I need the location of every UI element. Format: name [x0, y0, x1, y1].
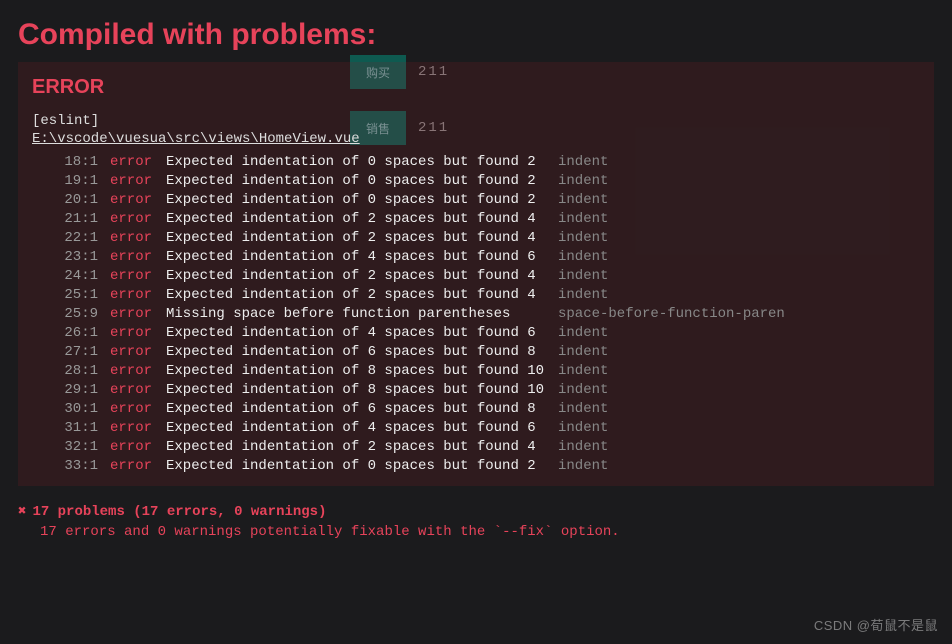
error-location: 29:1: [32, 381, 98, 400]
error-message: Expected indentation of 2 spaces but fou…: [154, 286, 546, 305]
error-row: 23:1errorExpected indentation of 4 space…: [32, 248, 920, 267]
error-location: 18:1: [32, 153, 98, 172]
summary-line-1: ✖ 17 problems (17 errors, 0 warnings): [18, 502, 934, 522]
error-location: 27:1: [32, 343, 98, 362]
error-row: 33:1errorExpected indentation of 0 space…: [32, 457, 920, 476]
error-location: 21:1: [32, 210, 98, 229]
error-message: Expected indentation of 0 spaces but fou…: [154, 191, 546, 210]
error-row: 24:1errorExpected indentation of 2 space…: [32, 267, 920, 286]
error-message: Expected indentation of 0 spaces but fou…: [154, 457, 546, 476]
error-message: Expected indentation of 2 spaces but fou…: [154, 229, 546, 248]
error-rule: indent: [546, 381, 608, 400]
error-row: 28:1errorExpected indentation of 8 space…: [32, 362, 920, 381]
error-severity: error: [98, 419, 154, 438]
error-severity: error: [98, 400, 154, 419]
error-message: Expected indentation of 4 spaces but fou…: [154, 248, 546, 267]
error-row: 25:1errorExpected indentation of 2 space…: [32, 286, 920, 305]
error-severity: error: [98, 248, 154, 267]
error-location: 28:1: [32, 362, 98, 381]
error-row: 22:1errorExpected indentation of 2 space…: [32, 229, 920, 248]
error-rule: indent: [546, 210, 608, 229]
error-message: Expected indentation of 4 spaces but fou…: [154, 324, 546, 343]
error-message: Expected indentation of 0 spaces but fou…: [154, 153, 546, 172]
error-rule: indent: [546, 438, 608, 457]
error-location: 23:1: [32, 248, 98, 267]
error-message: Expected indentation of 8 spaces but fou…: [154, 362, 546, 381]
error-row: 30:1errorExpected indentation of 6 space…: [32, 400, 920, 419]
error-row: 20:1errorExpected indentation of 0 space…: [32, 191, 920, 210]
error-location: 25:9: [32, 305, 98, 324]
error-rule: indent: [546, 267, 608, 286]
error-rule: indent: [546, 153, 608, 172]
error-rule: indent: [546, 400, 608, 419]
error-location: 26:1: [32, 324, 98, 343]
file-path-link[interactable]: E:\vscode\vuesua\src\views\HomeView.vue: [32, 131, 360, 147]
error-message: Missing space before function parenthese…: [154, 305, 546, 324]
error-severity: error: [98, 324, 154, 343]
page-title: Compiled with problems:: [0, 0, 952, 62]
error-rule: indent: [546, 191, 608, 210]
error-severity: error: [98, 438, 154, 457]
error-rule: indent: [546, 248, 608, 267]
error-severity: error: [98, 210, 154, 229]
error-severity: error: [98, 305, 154, 324]
error-rule: space-before-function-paren: [546, 305, 785, 324]
error-severity: error: [98, 362, 154, 381]
error-message: Expected indentation of 2 spaces but fou…: [154, 438, 546, 457]
error-location: 33:1: [32, 457, 98, 476]
error-message: Expected indentation of 2 spaces but fou…: [154, 267, 546, 286]
error-rule: indent: [546, 324, 608, 343]
error-message: Expected indentation of 6 spaces but fou…: [154, 343, 546, 362]
error-rows: 18:1errorExpected indentation of 0 space…: [32, 153, 920, 476]
tool-tag: [eslint]: [32, 113, 920, 129]
error-location: 22:1: [32, 229, 98, 248]
error-message: Expected indentation of 6 spaces but fou…: [154, 400, 546, 419]
error-severity: error: [98, 286, 154, 305]
error-message: Expected indentation of 4 spaces but fou…: [154, 419, 546, 438]
error-rule: indent: [546, 286, 608, 305]
error-heading: ERROR: [32, 76, 920, 99]
error-location: 32:1: [32, 438, 98, 457]
error-row: 25:9errorMissing space before function p…: [32, 305, 920, 324]
error-rule: indent: [546, 229, 608, 248]
summary-block: ✖ 17 problems (17 errors, 0 warnings) 17 …: [18, 502, 934, 542]
error-severity: error: [98, 381, 154, 400]
error-row: 21:1errorExpected indentation of 2 space…: [32, 210, 920, 229]
error-severity: error: [98, 229, 154, 248]
error-row: 29:1errorExpected indentation of 8 space…: [32, 381, 920, 400]
watermark: CSDN @荀鼠不是鼠: [814, 615, 938, 634]
error-row: 31:1errorExpected indentation of 4 space…: [32, 419, 920, 438]
error-location: 19:1: [32, 172, 98, 191]
error-message: Expected indentation of 8 spaces but fou…: [154, 381, 546, 400]
error-panel: ERROR [eslint] E:\vscode\vuesua\src\view…: [18, 62, 934, 486]
error-location: 24:1: [32, 267, 98, 286]
error-row: 27:1errorExpected indentation of 6 space…: [32, 343, 920, 362]
error-severity: error: [98, 153, 154, 172]
summary-line-2: 17 errors and 0 warnings potentially fix…: [18, 522, 934, 542]
error-row: 18:1errorExpected indentation of 0 space…: [32, 153, 920, 172]
error-severity: error: [98, 457, 154, 476]
error-rule: indent: [546, 457, 608, 476]
error-rule: indent: [546, 172, 608, 191]
error-severity: error: [98, 191, 154, 210]
error-row: 26:1errorExpected indentation of 4 space…: [32, 324, 920, 343]
error-location: 20:1: [32, 191, 98, 210]
summary-text-1: 17 problems (17 errors, 0 warnings): [32, 504, 326, 520]
error-rule: indent: [546, 343, 608, 362]
error-severity: error: [98, 172, 154, 191]
error-location: 25:1: [32, 286, 98, 305]
error-rule: indent: [546, 362, 608, 381]
error-message: Expected indentation of 0 spaces but fou…: [154, 172, 546, 191]
error-location: 31:1: [32, 419, 98, 438]
error-location: 30:1: [32, 400, 98, 419]
error-message: Expected indentation of 2 spaces but fou…: [154, 210, 546, 229]
error-severity: error: [98, 343, 154, 362]
error-severity: error: [98, 267, 154, 286]
cross-icon: ✖: [18, 504, 26, 520]
error-rule: indent: [546, 419, 608, 438]
error-row: 19:1errorExpected indentation of 0 space…: [32, 172, 920, 191]
error-row: 32:1errorExpected indentation of 2 space…: [32, 438, 920, 457]
